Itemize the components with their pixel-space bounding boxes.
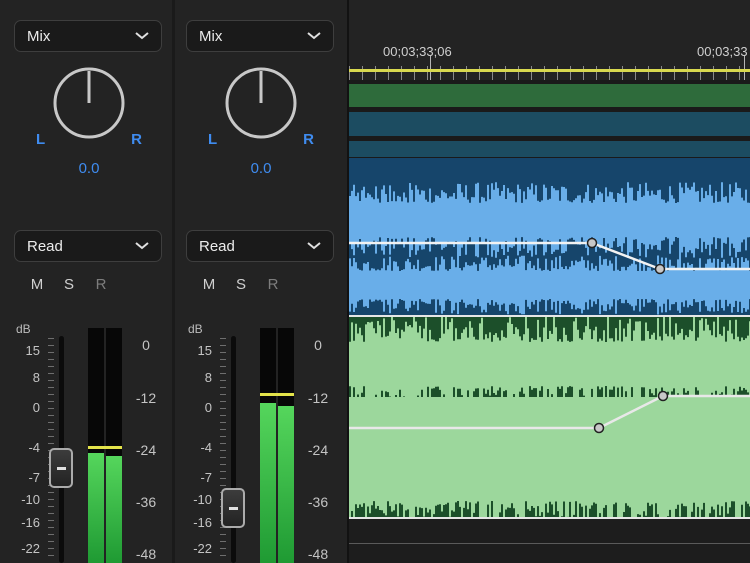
scale-label: -24 (296, 442, 340, 458)
fader-db-scale: 15 8 0 -4 -7 -10 -16 -22 (6, 0, 40, 563)
scale-label: -7 (178, 470, 212, 486)
scale-label: 0 (178, 400, 212, 416)
peak-indicator (260, 393, 294, 396)
pan-knob[interactable] (213, 58, 309, 150)
scale-label: -12 (124, 390, 168, 406)
level-meter-right-fill (278, 406, 294, 563)
scale-label: 15 (6, 343, 40, 359)
solo-button[interactable]: S (60, 276, 78, 293)
ruler-major-tick (744, 56, 745, 80)
ruler-timecode: 00;03;33 (697, 44, 748, 59)
scale-label: -7 (6, 470, 40, 486)
scale-label: -4 (6, 440, 40, 456)
scale-label: 0 (124, 337, 168, 353)
track-separator (349, 543, 750, 544)
peak-indicator (88, 446, 122, 449)
collapsed-track-clip[interactable] (349, 141, 750, 157)
scale-label: 8 (178, 370, 212, 386)
scale-label: 0 (296, 337, 340, 353)
volume-fader-handle[interactable] (221, 488, 245, 528)
scale-label: -12 (296, 390, 340, 406)
audio-clip-waveform-blue[interactable] (349, 158, 750, 315)
scale-label: -48 (124, 546, 168, 562)
scale-label: -22 (178, 541, 212, 557)
scale-label: -48 (296, 546, 340, 562)
scale-label: -10 (178, 492, 212, 508)
volume-fader-track[interactable] (231, 336, 236, 563)
audio-track-mixer-panel: Mix L R 0.0 Read M S R dB 1580-4-7-10-16… (0, 0, 750, 563)
ruler-major-tick (430, 56, 431, 80)
scale-label: 8 (6, 370, 40, 386)
level-meter-left-fill (88, 453, 104, 563)
fader-db-scale: 15 8 0 -4 -7 -10 -16 -22 (178, 0, 212, 563)
level-meter-left-fill (260, 403, 276, 563)
scale-label: -36 (124, 494, 168, 510)
solo-button[interactable]: S (232, 276, 250, 293)
timeline-panel: 00;03;33;06 00;03;33 (347, 0, 750, 563)
scale-label: -36 (296, 494, 340, 510)
pan-knob[interactable] (41, 58, 137, 150)
empty-track-area (349, 519, 750, 563)
scale-label: -22 (6, 541, 40, 557)
video-track-clip[interactable] (349, 84, 750, 107)
audio-clip-waveform-green[interactable] (349, 317, 750, 517)
scale-label: -10 (6, 492, 40, 508)
scale-label: 0 (6, 400, 40, 416)
volume-fader-handle[interactable] (49, 448, 73, 488)
meter-db-scale: 0 -12 -24 -36 -48 (124, 0, 168, 563)
scale-label: -24 (124, 442, 168, 458)
level-meter-right-fill (106, 456, 122, 563)
scale-label: -16 (6, 515, 40, 531)
level-meter-left (260, 328, 276, 563)
scale-label: -4 (178, 440, 212, 456)
work-area-bar[interactable] (349, 69, 750, 72)
panel-divider (172, 0, 175, 563)
meter-db-scale: 0 -12 -24 -36 -48 (296, 0, 340, 563)
mixer-channel-strip: Mix L R 0.0 Read M S R dB 1580-4-7-10-16… (178, 0, 344, 563)
record-arm-button[interactable]: R (92, 276, 110, 293)
record-arm-button[interactable]: R (264, 276, 282, 293)
collapsed-track-clip[interactable] (349, 112, 750, 136)
ruler-timecode: 00;03;33;06 (383, 44, 452, 59)
mixer-channel-strip: Mix L R 0.0 Read M S R dB 1580-4-7-10-16… (6, 0, 172, 563)
scale-label: -16 (178, 515, 212, 531)
scale-label: 15 (178, 343, 212, 359)
level-meter-right (278, 328, 294, 563)
time-ruler[interactable]: 00;03;33;06 00;03;33 (349, 0, 750, 80)
